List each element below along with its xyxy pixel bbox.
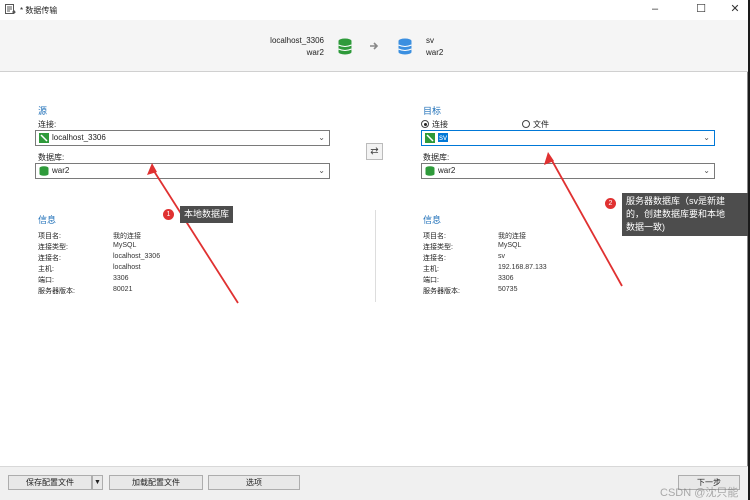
- chevron-down-icon: ⌄: [703, 133, 710, 142]
- info-value: 3306: [113, 275, 129, 282]
- source-info-title: 信息: [38, 215, 57, 225]
- info-value: 3306: [498, 275, 514, 282]
- data-transfer-app-icon: [5, 4, 16, 14]
- transfer-arrow-icon: [370, 42, 379, 50]
- header-source: localhost_3306 war2: [224, 35, 324, 59]
- close-button[interactable]: ✕: [722, 2, 748, 17]
- minimize-button[interactable]: –: [642, 2, 668, 17]
- info-value: localhost: [113, 264, 141, 271]
- info-key: 主机:: [38, 266, 54, 273]
- target-database-select[interactable]: war2 ⌄: [421, 163, 715, 179]
- info-key: 端口:: [423, 277, 439, 284]
- target-connection-value: sv: [438, 133, 448, 142]
- info-value: MySQL: [113, 242, 137, 249]
- connection-icon: [39, 133, 49, 143]
- options-button[interactable]: 选项: [208, 475, 300, 490]
- save-profile-button[interactable]: 保存配置文件: [8, 475, 92, 490]
- source-connection-label: 连接:: [38, 120, 57, 129]
- target-info-title: 信息: [423, 215, 442, 225]
- info-key: 服务器版本:: [38, 288, 75, 295]
- header-target-database: war2: [426, 48, 444, 57]
- data-transfer-window: * 数据传输 – ☐ ✕ localhost_3306 war2 sv war2…: [0, 0, 748, 500]
- info-key: 项目名:: [423, 233, 446, 240]
- info-key: 连接名:: [423, 255, 446, 262]
- chevron-down-icon: ⌄: [318, 166, 325, 175]
- window-title: * 数据传输: [20, 6, 58, 15]
- target-database-icon: [398, 38, 412, 55]
- info-key: 连接类型:: [38, 244, 68, 251]
- info-value: localhost_3306: [113, 253, 161, 260]
- connection-icon: [425, 133, 435, 143]
- transfer-summary-header: localhost_3306 war2 sv war2: [0, 20, 748, 72]
- info-value: sv: [498, 253, 505, 260]
- target-connection-select[interactable]: sv ⌄: [421, 130, 715, 146]
- maximize-button[interactable]: ☐: [688, 2, 714, 17]
- target-section-title: 目标: [423, 106, 442, 116]
- annotation-callout-1: 本地数据库: [180, 206, 234, 223]
- watermark: CSDN @沈只能: [660, 487, 739, 499]
- header-target: sv war2: [426, 35, 526, 59]
- info-value: 我的连接: [113, 233, 141, 240]
- source-database-label: 数据库:: [38, 153, 65, 162]
- target-database-value: war2: [438, 166, 456, 175]
- header-target-connection: sv: [426, 36, 434, 45]
- callout-2-line-2: 的，创建数据库要和本地: [626, 209, 726, 219]
- target-file-radio[interactable]: [522, 120, 530, 128]
- title-bar: * 数据传输 – ☐ ✕: [0, 0, 748, 20]
- chevron-down-icon: ⌄: [318, 133, 325, 142]
- header-source-connection: localhost_3306: [270, 36, 324, 45]
- save-profile-dropdown-button[interactable]: ▼: [92, 475, 103, 490]
- swap-button[interactable]: ⇄: [366, 143, 383, 160]
- footer-bar: 保存配置文件 ▼ 加载配置文件 选项 下一步: [0, 466, 748, 500]
- target-database-label: 数据库:: [423, 153, 450, 162]
- annotation-badge-2: 2: [605, 198, 616, 209]
- target-file-radio-label: 文件: [533, 120, 549, 129]
- info-key: 主机:: [423, 266, 439, 273]
- annotation-badge-1: 1: [163, 209, 174, 220]
- database-icon: [39, 166, 49, 176]
- target-connection-radio-label: 连接: [432, 120, 448, 129]
- annotation-callout-2: 服务器数据库（sv是新建 的，创建数据库要和本地 数据一致): [622, 193, 748, 236]
- target-connection-radio[interactable]: [421, 120, 429, 128]
- header-source-database: war2: [306, 48, 324, 57]
- info-value: 我的连接: [498, 233, 526, 240]
- chevron-down-icon: ⌄: [703, 166, 710, 175]
- info-value: 50735: [498, 286, 518, 293]
- callout-2-line-3: 数据一致): [626, 222, 665, 232]
- info-divider: [375, 210, 376, 302]
- info-key: 连接名:: [38, 255, 61, 262]
- source-connection-value: localhost_3306: [52, 133, 106, 142]
- info-key: 端口:: [38, 277, 54, 284]
- info-value: MySQL: [498, 242, 522, 249]
- source-connection-select[interactable]: localhost_3306 ⌄: [35, 130, 330, 146]
- load-profile-button[interactable]: 加载配置文件: [109, 475, 203, 490]
- info-key: 项目名:: [38, 233, 61, 240]
- source-database-icon: [338, 38, 352, 55]
- info-key: 服务器版本:: [423, 288, 460, 295]
- callout-2-line-1: 服务器数据库（sv是新建: [626, 196, 726, 206]
- source-database-select[interactable]: war2 ⌄: [35, 163, 330, 179]
- info-value: 80021: [113, 286, 133, 293]
- info-key: 连接类型:: [423, 244, 453, 251]
- database-icon: [425, 166, 435, 176]
- info-value: 192.168.87.133: [498, 264, 547, 271]
- source-section-title: 源: [38, 106, 48, 116]
- source-database-value: war2: [52, 166, 70, 175]
